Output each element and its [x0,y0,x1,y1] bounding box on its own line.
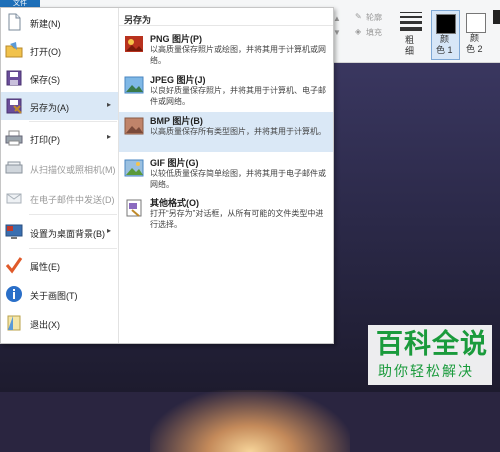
other-formats-icon [126,199,142,217]
menu-item-label: 在电子邮件中发送(D) [30,195,115,205]
outline-icon: ✎ [355,12,362,21]
fill-label[interactable]: 填充 [366,27,382,38]
bmp-image-icon [124,117,144,135]
menu-item-label: 保存(S) [30,75,60,85]
desktop-background-icon [5,224,23,239]
menu-item-open[interactable]: 打开(O) [1,36,118,64]
format-description: 以良好质量保存照片，并将其用于计算机、电子邮件或网络。 [150,86,326,106]
menu-item-label: 打开(O) [30,47,61,57]
file-tab[interactable]: 文件 [0,0,40,7]
menu-item-label: 新建(N) [30,19,61,29]
menu-item-label: 打印(P) [30,135,60,145]
file-menu: 新建(N) 打开(O) 保存(S) 另存为(A) ▸ 打印(P) ▸ 从扫描仪或… [0,7,334,344]
format-gif[interactable]: GIF 图片(G) 以较低质量保存简单绘图，并将其用于电子邮件或网络。 [119,154,333,194]
menu-item-label: 属性(E) [30,262,60,272]
color2-button[interactable]: 颜 色 2 [462,10,489,58]
format-description: 以高质量保存所有类型图片，并将其用于计算机。 [150,127,326,136]
jpeg-image-icon [124,76,144,94]
open-folder-icon [5,42,23,58]
watermark-subtitle: 助你轻松解决 [378,363,474,379]
menu-item-properties[interactable]: 属性(E) [1,251,118,279]
exit-icon [7,315,21,331]
format-jpeg[interactable]: JPEG 图片(J) 以良好质量保存照片，并将其用于计算机、电子邮件或网络。 [119,71,333,111]
menu-separator [29,121,117,122]
menu-item-save[interactable]: 保存(S) [1,64,118,92]
size-label-2: 细 [405,46,415,56]
submenu-title-divider [119,25,333,26]
color1-button[interactable]: 颜 色 1 [431,10,460,60]
size-button[interactable]: 粗 细 [396,6,426,58]
size-label-1: 粗 [405,35,415,45]
png-image-icon [125,36,143,52]
menu-separator [29,248,117,249]
canvas-image-glow [150,390,350,452]
fill-icon: ◈ [355,27,362,36]
outline-label[interactable]: 轮廓 [366,12,382,23]
menu-item-label: 另存为(A) [30,103,69,113]
file-menu-commands: 新建(N) 打开(O) 保存(S) 另存为(A) ▸ 打印(P) ▸ 从扫描仪或… [1,8,119,343]
color2-label-1: 颜 [470,33,480,43]
menu-item-send-email[interactable]: 在电子邮件中发送(D) [1,184,118,212]
shapes-scroll-down-icon[interactable]: ▼ [333,28,341,37]
menu-item-label: 设置为桌面背景(B) [30,229,105,239]
menu-item-print[interactable]: 打印(P) ▸ [1,124,118,152]
menu-separator [29,214,117,215]
size-lines-icon [400,12,422,31]
scanner-icon [5,161,23,174]
color2-label-2: 色 2 [466,44,483,54]
printer-icon [5,130,23,146]
color2-swatch [466,13,486,33]
menu-item-set-desktop-background[interactable]: 设置为桌面背景(B) ▸ [1,218,118,246]
menu-item-from-scanner[interactable]: 从扫描仪或照相机(M) [1,154,118,182]
watermark-title: 百科全说 [376,329,488,359]
menu-item-save-as[interactable]: 另存为(A) ▸ [1,92,118,120]
watermark-logo: 百科全说 助你轻松解决 [368,325,492,385]
menu-item-label: 退出(X) [30,320,60,330]
format-bmp[interactable]: BMP 图片(B) 以高质量保存所有类型图片，并将其用于计算机。 [119,112,333,152]
checkmark-icon [5,257,23,274]
menu-item-label: 关于画图(T) [30,291,78,301]
save-disk-icon [6,70,22,86]
color1-label-1: 颜 [440,34,450,44]
format-description: 以高质量保存照片或绘图，并将其用于计算机或网络。 [150,45,326,65]
info-icon [6,286,22,302]
submenu-arrow-icon: ▸ [107,226,112,235]
color1-swatch [436,14,456,34]
menu-item-about[interactable]: 关于画图(T) [1,280,118,308]
submenu-arrow-icon: ▸ [107,100,112,109]
color1-label-2: 色 1 [436,45,453,55]
palette-edge [493,10,500,24]
shapes-scroll-icon[interactable]: ▲ [333,14,341,23]
save-as-submenu: 另存为 PNG 图片(P) 以高质量保存照片或绘图，并将其用于计算机或网络。 J… [119,8,333,343]
format-png[interactable]: PNG 图片(P) 以高质量保存照片或绘图，并将其用于计算机或网络。 [119,30,333,70]
menu-item-exit[interactable]: 退出(X) [1,309,118,337]
save-as-icon [6,98,22,114]
menu-item-label: 从扫描仪或照相机(M) [30,165,116,175]
menu-item-new[interactable]: 新建(N) [1,8,118,36]
format-description: 以较低质量保存简单绘图，并将其用于电子邮件或网络。 [150,169,326,189]
submenu-arrow-icon: ▸ [107,132,112,141]
format-description: 打开“另存为”对话框，从所有可能的文件类型中进行选择。 [150,209,324,229]
new-file-icon [8,13,21,31]
gif-image-icon [124,159,144,177]
format-other[interactable]: 其他格式(O) 打开“另存为”对话框，从所有可能的文件类型中进行选择。 [119,194,333,234]
email-icon [6,193,22,204]
